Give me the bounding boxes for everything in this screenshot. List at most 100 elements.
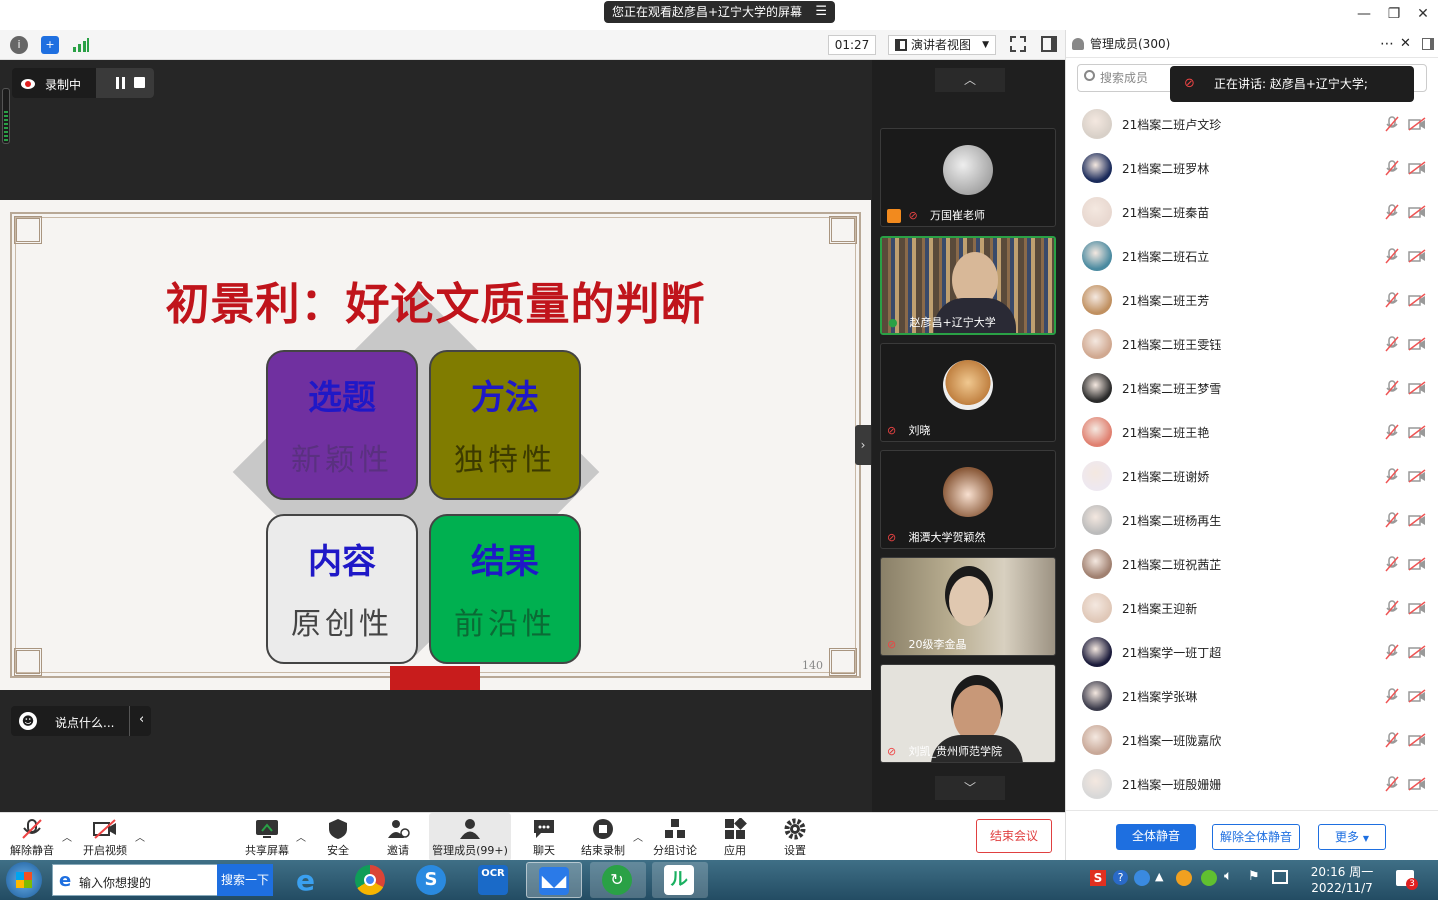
participant-row[interactable]: 21档案二班卢文珍: [1066, 102, 1438, 146]
chevron-up-icon[interactable]: ︿: [62, 829, 72, 844]
video-tile[interactable]: ⊘ 刘凯_贵州师范学院: [880, 664, 1056, 763]
video-off-icon[interactable]: [1408, 381, 1426, 395]
tray-app-icon[interactable]: [1176, 870, 1192, 886]
participant-row[interactable]: 21档案二班王梦雪: [1066, 366, 1438, 410]
manage-members-button[interactable]: 管理成员(99+): [429, 813, 511, 861]
video-off-icon[interactable]: [1408, 117, 1426, 131]
taskbar-search-button[interactable]: 搜索一下: [217, 864, 273, 896]
participant-row[interactable]: 21档案二班石立: [1066, 234, 1438, 278]
start-button[interactable]: [6, 862, 42, 898]
info-icon[interactable]: i: [10, 36, 28, 54]
minimize-icon[interactable]: —: [1352, 4, 1376, 24]
close-icon[interactable]: ✕: [1411, 4, 1435, 24]
chevron-up-icon[interactable]: ▲: [1155, 870, 1163, 883]
video-tile-active[interactable]: ● 赵彦昌+辽宁大学: [880, 236, 1056, 335]
mic-muted-icon[interactable]: [1384, 116, 1400, 132]
mic-muted-icon[interactable]: [1384, 600, 1400, 616]
participant-row[interactable]: 21档案学一班丁超: [1066, 630, 1438, 674]
pause-icon[interactable]: [116, 77, 119, 89]
more-icon[interactable]: ⋯: [1380, 30, 1394, 58]
mic-muted-icon[interactable]: [1384, 204, 1400, 220]
mic-muted-icon[interactable]: [1384, 556, 1400, 572]
share-banner[interactable]: 您正在观看赵彦昌+辽宁大学的屏幕 ☰: [604, 1, 835, 23]
network-tray-icon[interactable]: [1134, 870, 1150, 886]
breakout-button[interactable]: 分组讨论: [650, 813, 700, 861]
video-tile[interactable]: ⊘ 万国崔老师: [880, 128, 1056, 227]
video-tile[interactable]: ⊘ 湘潭大学贺颖然: [880, 450, 1056, 549]
share-screen-button[interactable]: 共享屏幕: [240, 813, 294, 861]
chat-quick-input[interactable]: ☻ 说点什么... ‹: [11, 706, 151, 736]
video-off-icon[interactable]: [1408, 513, 1426, 527]
end-recording-button[interactable]: 结束录制: [578, 813, 628, 861]
start-video-button[interactable]: 开启视频: [78, 813, 132, 861]
list-icon[interactable]: ☰: [815, 1, 827, 23]
invite-button[interactable]: 邀请: [378, 813, 418, 861]
chevron-up-icon[interactable]: ︿: [633, 829, 643, 844]
participant-row[interactable]: 21档案二班王雯钰: [1066, 322, 1438, 366]
video-off-icon[interactable]: [1408, 425, 1426, 439]
video-off-icon[interactable]: [1408, 557, 1426, 571]
fullscreen-icon[interactable]: [1010, 36, 1026, 52]
sogou-ime-icon[interactable]: S: [1090, 870, 1106, 886]
participant-row[interactable]: 21档案学张琳: [1066, 674, 1438, 718]
video-off-icon[interactable]: [1408, 777, 1426, 791]
participant-row[interactable]: 21档案二班谢娇: [1066, 454, 1438, 498]
shield-icon[interactable]: +: [41, 36, 59, 54]
video-off-icon[interactable]: [1408, 205, 1426, 219]
system-clock[interactable]: 20:16 周一 2022/11/7: [1304, 864, 1380, 896]
flag-icon[interactable]: ⚑: [1248, 869, 1260, 884]
video-tile[interactable]: ⊘ 刘晓: [880, 343, 1056, 442]
participant-row[interactable]: 21档案二班王芳: [1066, 278, 1438, 322]
chat-button[interactable]: 聊天: [524, 813, 564, 861]
mic-muted-icon[interactable]: [1384, 292, 1400, 308]
view-mode-select[interactable]: 演讲者视图 ▼: [888, 35, 996, 55]
participant-row[interactable]: 21档案王迎新: [1066, 586, 1438, 630]
participant-row[interactable]: 21档案二班王艳: [1066, 410, 1438, 454]
video-off-icon[interactable]: [1408, 293, 1426, 307]
mic-muted-icon[interactable]: [1384, 336, 1400, 352]
more-button[interactable]: 更多 ▼: [1318, 824, 1386, 850]
ie-icon[interactable]: e: [282, 862, 338, 898]
video-off-icon[interactable]: [1408, 689, 1426, 703]
collapse-strip-icon[interactable]: ›: [855, 425, 871, 465]
emoji-icon[interactable]: ☻: [19, 712, 37, 730]
video-tile[interactable]: ⊘ 20级李金晶: [880, 557, 1056, 656]
unmute-all-button[interactable]: 解除全体静音: [1212, 824, 1300, 850]
signal-icon[interactable]: [72, 38, 90, 52]
stop-icon[interactable]: [134, 77, 145, 88]
mic-muted-icon[interactable]: [1384, 512, 1400, 528]
green-app-icon[interactable]: ↻: [590, 862, 646, 898]
security-button[interactable]: 安全: [318, 813, 358, 861]
sogou-browser-icon[interactable]: S: [404, 862, 460, 898]
video-off-icon[interactable]: [1408, 469, 1426, 483]
restore-icon[interactable]: ❐: [1382, 4, 1406, 24]
notification-icon[interactable]: 3: [1396, 870, 1418, 890]
mic-muted-icon[interactable]: [1384, 424, 1400, 440]
tray-app-icon[interactable]: [1201, 870, 1217, 886]
help-icon[interactable]: ?: [1113, 870, 1128, 885]
apps-button[interactable]: 应用: [715, 813, 755, 861]
mute-all-button[interactable]: 全体静音: [1116, 824, 1196, 850]
chevron-up-icon[interactable]: ︿: [296, 829, 306, 844]
meeting-app-icon[interactable]: ◣◢: [526, 862, 582, 898]
mic-muted-icon[interactable]: [1384, 644, 1400, 660]
participant-row[interactable]: 21档案二班秦苗: [1066, 190, 1438, 234]
settings-button[interactable]: 设置: [775, 813, 815, 861]
participant-row[interactable]: 21档案二班祝茜芷: [1066, 542, 1438, 586]
video-off-icon[interactable]: [1408, 337, 1426, 351]
video-off-icon[interactable]: [1408, 733, 1426, 747]
participant-row[interactable]: 21档案二班杨再生: [1066, 498, 1438, 542]
chevron-left-icon[interactable]: ‹: [139, 712, 144, 727]
participant-row[interactable]: 21档案一班陇嘉欣: [1066, 718, 1438, 762]
mic-muted-icon[interactable]: [1384, 776, 1400, 792]
close-icon[interactable]: ✕: [1400, 30, 1411, 58]
ocr-icon[interactable]: OCR: [466, 862, 522, 898]
notes-app-icon[interactable]: ル: [652, 862, 708, 898]
sidebar-toggle-icon[interactable]: [1041, 36, 1057, 52]
video-off-icon[interactable]: [1408, 601, 1426, 615]
video-off-icon[interactable]: [1408, 249, 1426, 263]
chrome-icon[interactable]: [343, 862, 399, 898]
end-meeting-button[interactable]: 结束会议: [976, 819, 1052, 853]
video-off-icon[interactable]: [1408, 645, 1426, 659]
chevron-down-icon[interactable]: ﹀: [935, 776, 1005, 800]
